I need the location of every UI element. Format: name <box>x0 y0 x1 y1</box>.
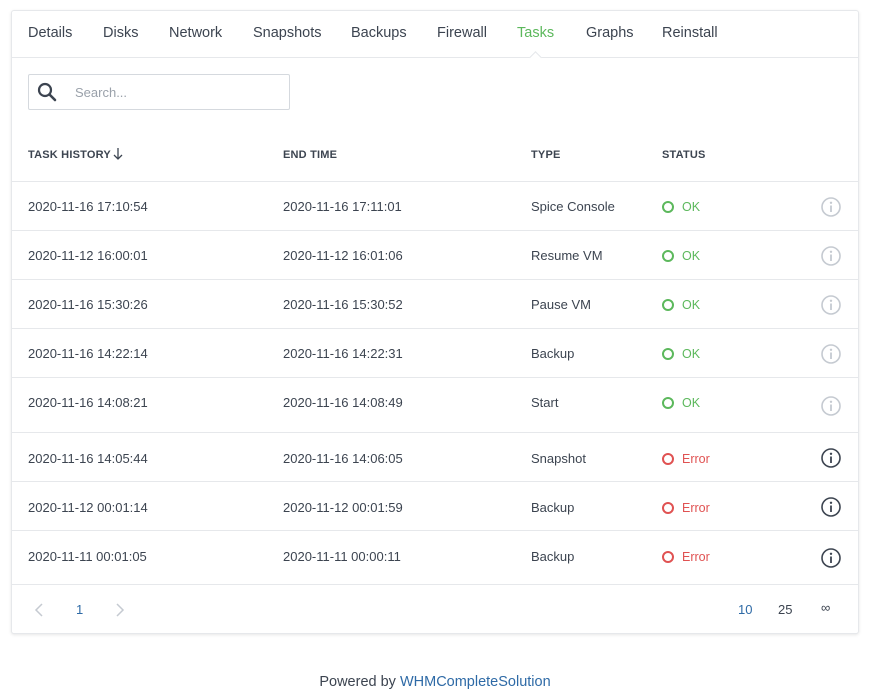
table-row: 2020-11-12 00:01:14 2020-11-12 00:01:59 Ba… <box>12 481 858 531</box>
status-label: OK <box>682 396 701 410</box>
active-tab-indicator <box>529 51 542 64</box>
tab-graphs[interactable]: Graphs <box>586 25 634 41</box>
status-circle-icon <box>662 453 674 465</box>
task-end-time: 2020-11-16 15:30:52 <box>283 297 403 312</box>
table-row: 2020-11-16 15:30:26 2020-11-16 15:30:52 Pa… <box>12 279 858 329</box>
status-label: OK <box>682 298 701 312</box>
powered-by-text: Powered by <box>319 674 396 690</box>
search-box <box>28 74 290 110</box>
task-type: Start <box>531 395 559 410</box>
info-circle-icon[interactable] <box>820 496 842 518</box>
status-circle-icon <box>662 551 674 563</box>
task-type: Pause VM <box>531 297 591 312</box>
task-start-time: 2020-11-16 15:30:26 <box>28 297 148 312</box>
task-end-time: 2020-11-12 16:01:06 <box>283 248 403 263</box>
info-circle-icon[interactable] <box>820 547 842 569</box>
task-type: Spice Console <box>531 199 615 214</box>
task-start-time: 2020-11-16 14:05:44 <box>28 451 148 466</box>
task-type: Backup <box>531 500 575 515</box>
tab-network[interactable]: Network <box>169 25 222 41</box>
search-icon <box>37 82 57 102</box>
column-header-end-time[interactable]: END TIME <box>283 149 337 161</box>
server-panel-card: Details Disks Network Snapshots Backups … <box>11 10 859 634</box>
task-type: Resume VM <box>531 248 603 263</box>
task-end-time: 2020-11-16 14:08:49 <box>283 395 403 410</box>
info-circle-icon[interactable] <box>820 343 842 365</box>
tab-tasks[interactable]: Tasks <box>517 25 554 41</box>
task-end-time: 2020-11-16 14:22:31 <box>283 346 403 361</box>
task-type: Snapshot <box>531 451 586 466</box>
status-label: OK <box>682 249 701 263</box>
status-circle-icon <box>662 397 674 409</box>
status-label: OK <box>682 200 701 214</box>
column-header-type[interactable]: TYPE <box>531 149 561 161</box>
info-circle-icon[interactable] <box>820 447 842 469</box>
info-circle-icon[interactable] <box>820 395 842 417</box>
status-circle-icon <box>662 502 674 514</box>
task-start-time: 2020-11-12 16:00:01 <box>28 248 148 263</box>
status-circle-icon <box>662 201 674 213</box>
task-end-time: 2020-11-11 00:00:11 <box>283 549 401 564</box>
table-row: 2020-11-16 14:22:14 2020-11-16 14:22:31 Ba… <box>12 328 858 378</box>
tab-reinstall[interactable]: Reinstall <box>662 25 718 41</box>
task-start-time: 2020-11-11 00:01:05 <box>28 549 147 564</box>
status-label: Error <box>682 452 710 466</box>
column-header-status[interactable]: STATUS <box>662 149 706 161</box>
search-input[interactable] <box>75 83 275 101</box>
status-circle-icon <box>662 250 674 262</box>
task-end-time: 2020-11-16 14:06:05 <box>283 451 403 466</box>
task-start-time: 2020-11-12 00:01:14 <box>28 500 148 515</box>
page-size-all[interactable]: ∞ <box>821 600 830 615</box>
page-size-10[interactable]: 10 <box>738 602 752 617</box>
tab-bar: Details Disks Network Snapshots Backups … <box>12 11 858 64</box>
tab-details[interactable]: Details <box>28 25 72 41</box>
tab-firewall[interactable]: Firewall <box>437 25 487 41</box>
status-circle-icon <box>662 348 674 360</box>
status-label: Error <box>682 501 710 515</box>
task-start-time: 2020-11-16 14:08:21 <box>28 395 148 410</box>
tab-snapshots[interactable]: Snapshots <box>253 25 322 41</box>
chevron-left-icon[interactable] <box>34 603 44 617</box>
brand-link[interactable]: WHMCompleteSolution <box>400 674 551 690</box>
page-number-current[interactable]: 1 <box>76 602 83 617</box>
table-row: 2020-11-16 14:05:44 2020-11-16 14:06:05 Sn… <box>12 432 858 482</box>
tab-disks[interactable]: Disks <box>103 25 138 41</box>
arrow-down-icon[interactable] <box>112 147 124 161</box>
table-row: 2020-11-12 16:00:01 2020-11-12 16:01:06 Re… <box>12 230 858 280</box>
powered-by-footer: Powered by WHMCompleteSolution <box>0 674 870 690</box>
table-row: 2020-11-11 00:01:05 2020-11-11 00:00:11 Ba… <box>12 530 858 585</box>
table-row: 2020-11-16 17:10:54 2020-11-16 17:11:01 Sp… <box>12 181 858 231</box>
info-circle-icon[interactable] <box>820 196 842 218</box>
info-circle-icon[interactable] <box>820 294 842 316</box>
task-start-time: 2020-11-16 17:10:54 <box>28 199 148 214</box>
status-label: Error <box>682 550 710 564</box>
pagination-bar: 1 10 25 ∞ <box>12 584 858 634</box>
status-label: OK <box>682 347 701 361</box>
task-type: Backup <box>531 549 575 564</box>
task-start-time: 2020-11-16 14:22:14 <box>28 346 148 361</box>
column-header-task-history[interactable]: TASK HISTORY <box>28 149 111 161</box>
status-circle-icon <box>662 299 674 311</box>
task-end-time: 2020-11-12 00:01:59 <box>283 500 403 515</box>
info-circle-icon[interactable] <box>820 245 842 267</box>
chevron-right-icon[interactable] <box>115 603 125 617</box>
tab-backups[interactable]: Backups <box>351 25 407 41</box>
task-type: Backup <box>531 346 575 361</box>
page-size-25[interactable]: 25 <box>778 602 792 617</box>
task-end-time: 2020-11-16 17:11:01 <box>283 199 402 214</box>
table-row: 2020-11-16 14:08:21 2020-11-16 14:08:49 St… <box>12 377 858 433</box>
